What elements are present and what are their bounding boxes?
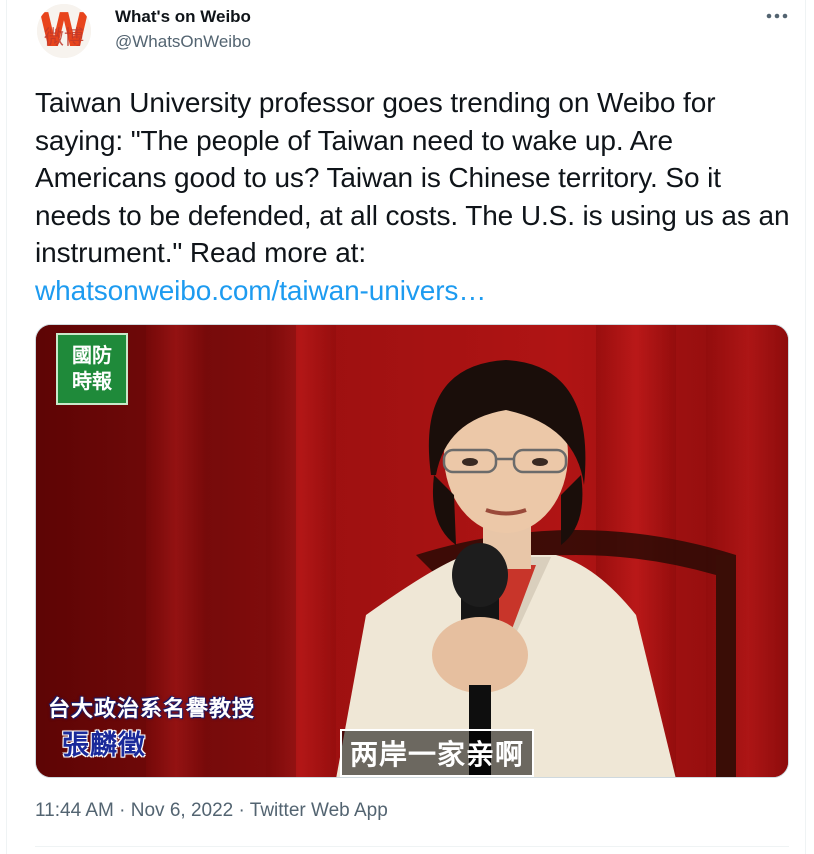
more-options-button[interactable] [763, 4, 791, 28]
tweet-link[interactable]: whatsonweibo.com/taiwan-univers… [35, 272, 795, 310]
tweet-meta: 11:44 AM · Nov 6, 2022 · Twitter Web App [35, 800, 388, 822]
tweet-date[interactable]: Nov 6, 2022 [131, 800, 233, 821]
tweet-time[interactable]: 11:44 AM [35, 800, 114, 821]
meta-separator: · [119, 800, 126, 821]
avatar[interactable]: W 微博 [37, 4, 91, 58]
author-display-name[interactable]: What's on Weibo [115, 6, 251, 28]
tweet-body: Taiwan University professor goes trendin… [35, 87, 790, 268]
author-names: What's on Weibo @WhatsOnWeibo [115, 6, 251, 53]
video-caption-name: 張麟徵 [62, 730, 146, 761]
weibo-logo-icon: W 微博 [37, 4, 91, 58]
avatar-overlay-text: 微博 [44, 25, 84, 49]
tweet-card: W 微博 What's on Weibo @WhatsOnWeibo Taiwa… [6, 0, 806, 854]
author-handle[interactable]: @WhatsOnWeibo [115, 31, 251, 53]
tweet-text: Taiwan University professor goes trendin… [35, 84, 795, 309]
news-logo-line1: 國防 [72, 345, 112, 367]
meta-separator: · [238, 800, 245, 821]
video-caption-title: 台大政治系名譽教授 [48, 697, 256, 722]
news-logo: 國防 時報 [56, 333, 128, 405]
tweet-source[interactable]: Twitter Web App [250, 800, 388, 821]
more-horizontal-icon [766, 13, 788, 19]
tweet-media-video[interactable]: 國防 時報 台大政治系名譽教授 張麟徵 两岸一家亲啊 [35, 324, 789, 778]
video-subtitle: 两岸一家亲啊 [340, 729, 535, 777]
divider [35, 846, 789, 847]
news-logo-line2: 時報 [72, 371, 112, 393]
